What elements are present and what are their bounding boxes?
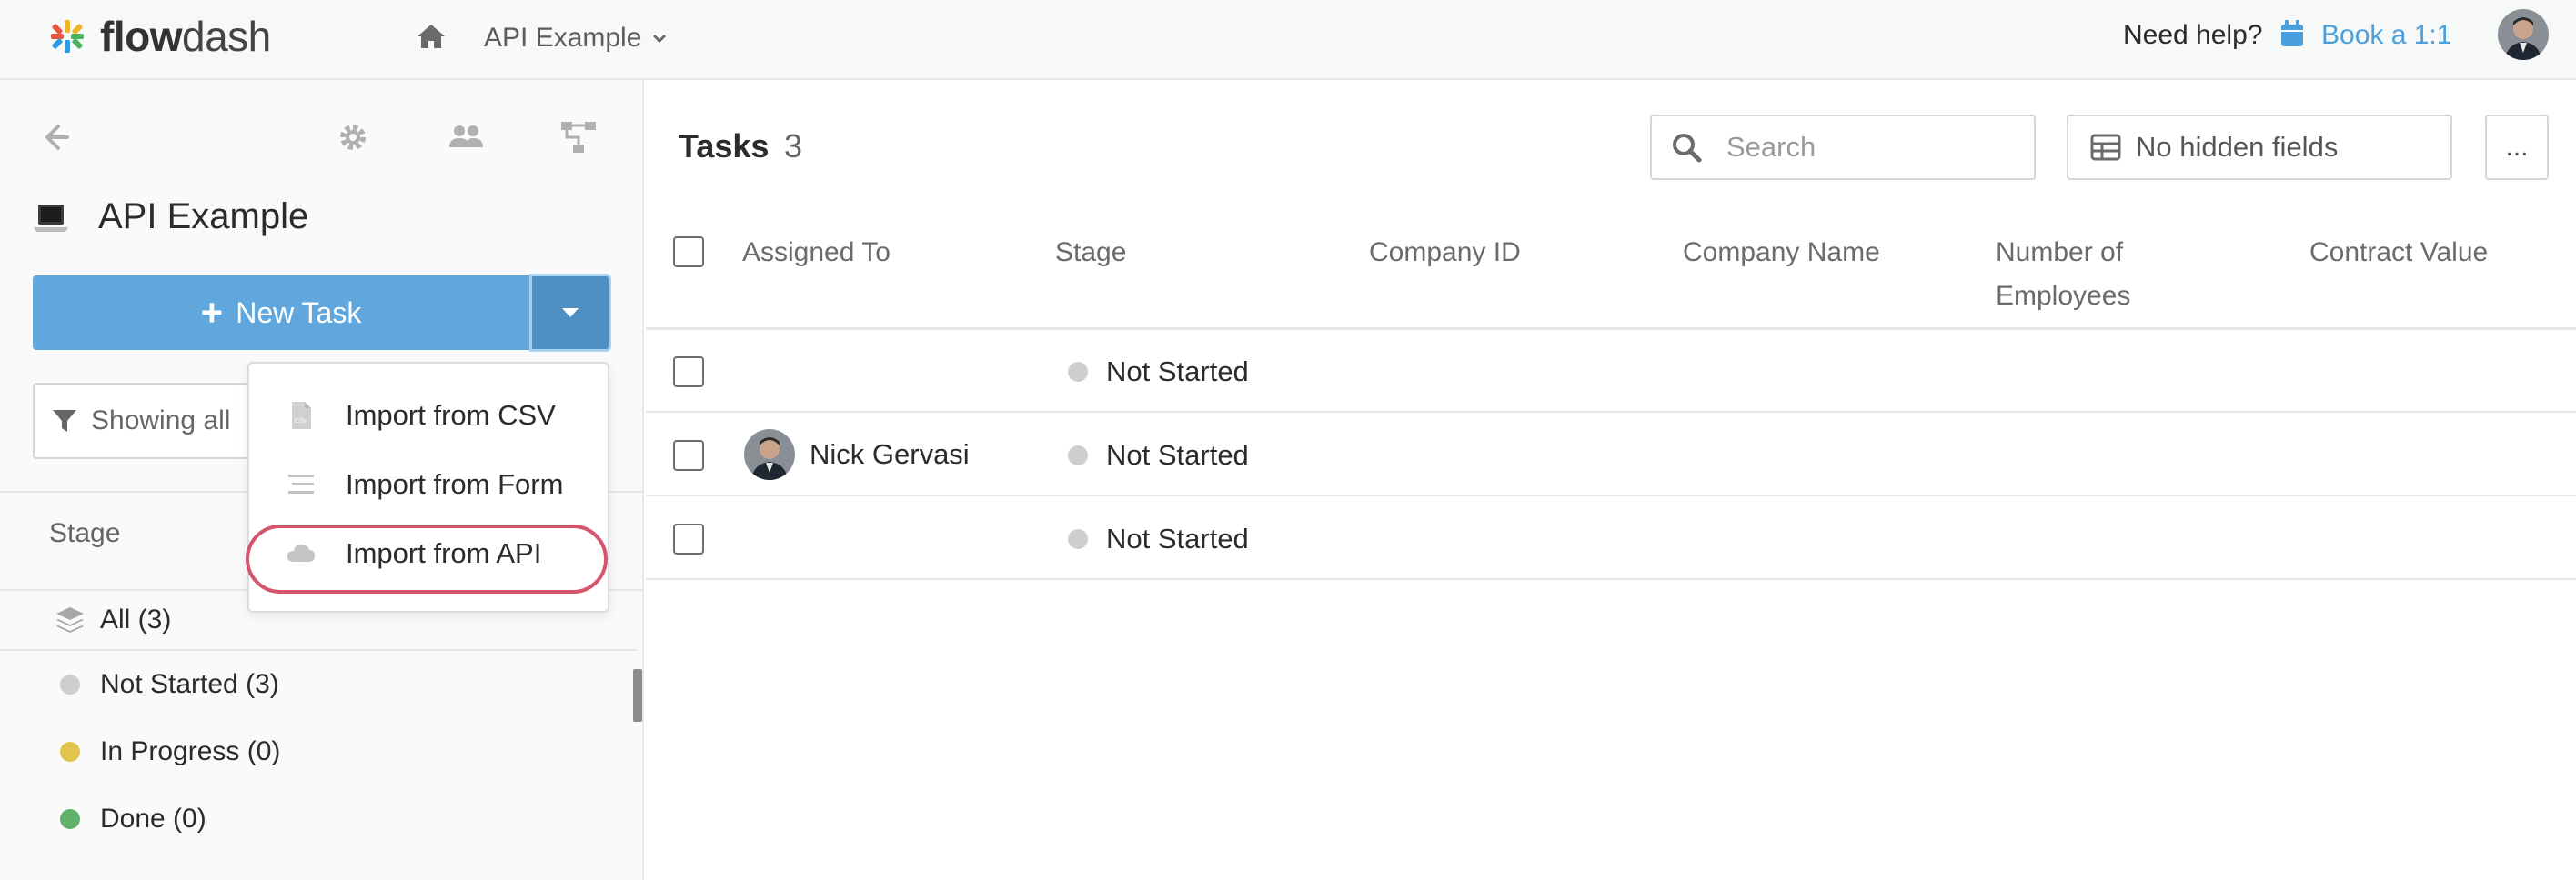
cloud-icon (287, 545, 315, 562)
page-title: Tasks (679, 127, 770, 165)
task-count: 3 (784, 127, 803, 165)
new-task-button[interactable]: + New Task (33, 275, 529, 350)
import-from-form-item[interactable]: Import from Form (249, 453, 608, 516)
stage-filter-in-progress[interactable]: In Progress (0) (0, 722, 637, 782)
assignee-name: Nick Gervasi (810, 438, 970, 470)
stage-filter-not-started[interactable]: Not Started (3) (0, 655, 637, 715)
row-checkbox[interactable] (673, 440, 704, 471)
form-lines-icon (288, 475, 314, 494)
menu-item-label: Import from CSV (346, 399, 556, 431)
status-dot (60, 675, 80, 695)
row-stage-cell[interactable]: Not Started (1068, 353, 1249, 391)
column-header-company-id[interactable]: Company ID (1369, 231, 1521, 275)
stage-value: Not Started (1106, 439, 1249, 471)
column-header-stage[interactable]: Stage (1055, 231, 1126, 275)
import-dropdown-menu: CSV Import from CSV Import from Form Imp… (247, 362, 609, 613)
sidebar-scrollbar[interactable] (633, 669, 642, 722)
new-task-dropdown-toggle[interactable] (529, 274, 611, 352)
logo-text: flowdash (100, 13, 271, 60)
row-checkbox[interactable] (673, 524, 704, 555)
laptop-icon (34, 205, 68, 232)
breadcrumb-label: API Example (484, 23, 642, 53)
row-divider (646, 411, 2576, 413)
project-title: API Example (98, 196, 309, 236)
status-dot (60, 742, 80, 762)
need-help-text: Need help? (2123, 20, 2263, 50)
search-box[interactable] (1650, 115, 2036, 180)
back-arrow-icon[interactable] (35, 117, 75, 157)
user-avatar[interactable] (2498, 9, 2549, 60)
plus-icon: + (200, 291, 224, 334)
flowdash-logo[interactable]: flowdash (47, 13, 271, 60)
menu-item-label: Import from Form (346, 468, 564, 500)
status-dot (60, 809, 80, 829)
home-icon[interactable] (415, 20, 448, 53)
workflow-icon[interactable] (558, 117, 599, 157)
hidden-fields-button[interactable]: No hidden fields (2067, 115, 2452, 180)
column-header-company-name[interactable]: Company Name (1683, 231, 1880, 275)
row-stage-cell[interactable]: Not Started (1068, 436, 1249, 475)
hidden-fields-label: No hidden fields (2136, 131, 2339, 163)
stage-label: All (3) (100, 605, 172, 635)
chevron-down-icon (653, 34, 667, 44)
svg-text:CSV: CSV (295, 418, 308, 425)
stage-label: Not Started (3) (100, 669, 279, 699)
status-dot (1068, 445, 1088, 465)
search-input[interactable] (1726, 131, 2018, 164)
more-options-button[interactable]: ... (2485, 115, 2549, 180)
search-icon (1673, 134, 1702, 163)
table-icon (2090, 134, 2121, 161)
menu-item-label: Import from API (346, 537, 542, 569)
calendar-icon (2281, 20, 2303, 46)
users-icon[interactable] (446, 117, 486, 157)
logo-pinwheel-icon (51, 20, 84, 53)
stage-label: In Progress (0) (100, 736, 281, 766)
header-line: Number of (1996, 237, 2124, 267)
header-divider (646, 327, 2576, 330)
column-header-assigned-to[interactable]: Assigned To (742, 231, 891, 275)
layers-icon (56, 607, 84, 633)
new-task-label: New Task (236, 295, 362, 329)
stage-label: Done (0) (100, 804, 206, 834)
header-line: Employees (1996, 281, 2131, 311)
import-from-api-item[interactable]: Import from API (249, 522, 608, 585)
row-divider (646, 495, 2576, 496)
stage-filter-done[interactable]: Done (0) (0, 789, 637, 849)
assignee-avatar (744, 429, 795, 480)
stage-section-header: Stage (49, 518, 121, 548)
row-stage-cell[interactable]: Not Started (1068, 520, 1249, 558)
row-checkbox[interactable] (673, 356, 704, 387)
filter-icon (53, 410, 76, 432)
caret-down-icon (562, 308, 579, 317)
csv-file-icon: CSV (292, 402, 311, 429)
book-call-link[interactable]: Book a 1:1 (2321, 20, 2451, 51)
column-header-number-of-employees[interactable]: Number of Employees (1996, 231, 2130, 318)
stage-value: Not Started (1106, 523, 1249, 555)
row-divider (646, 578, 2576, 580)
project-breadcrumb[interactable]: API Example (484, 23, 669, 54)
status-dot (1068, 529, 1088, 549)
status-dot (1068, 362, 1088, 382)
select-all-checkbox[interactable] (673, 236, 704, 267)
column-header-contract-value[interactable]: Contract Value (2309, 231, 2488, 275)
import-from-csv-item[interactable]: CSV Import from CSV (249, 384, 608, 447)
stage-value: Not Started (1106, 355, 1249, 387)
top-bar: flowdash API Example Need help? Book a 1… (0, 0, 2576, 80)
row-assignee-cell[interactable]: Nick Gervasi (744, 429, 970, 480)
gear-icon[interactable] (333, 117, 373, 157)
main-content: Tasks 3 No hidden fields ... Assigned To… (646, 80, 2576, 880)
filter-label: Showing all (91, 405, 231, 435)
